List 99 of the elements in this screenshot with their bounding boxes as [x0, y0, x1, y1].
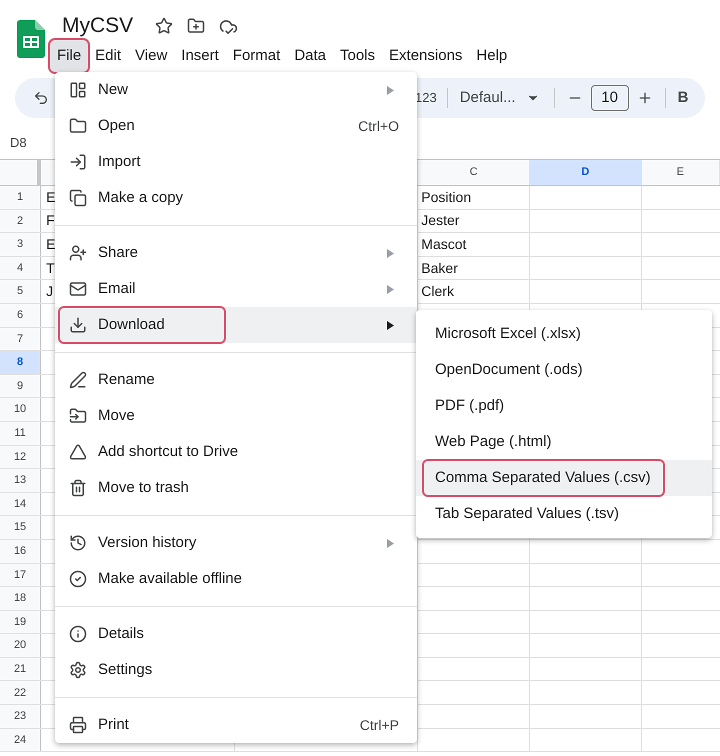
triangle-icon [69, 443, 87, 461]
row-header[interactable]: 13 [0, 469, 42, 492]
menu-item[interactable]: Details [55, 616, 417, 652]
row-header[interactable]: 20 [0, 634, 42, 657]
table-cell-text: T [46, 258, 55, 278]
row-header[interactable]: 7 [0, 328, 42, 350]
submenu-arrow-icon [387, 538, 394, 548]
menu-item[interactable]: Version history [55, 525, 417, 561]
add-person-icon [69, 244, 87, 262]
row-header[interactable]: 17 [0, 564, 42, 586]
table-cell-text: J [46, 282, 54, 302]
row-header[interactable]: 14 [0, 492, 42, 516]
row-header[interactable]: 10 [0, 398, 42, 421]
pen-icon [69, 371, 87, 389]
menu-item[interactable]: Make a copy [55, 180, 417, 216]
submenu-item[interactable]: Web Page (.html) [416, 424, 712, 460]
check-circle-icon [69, 570, 87, 588]
document-title[interactable]: MyCSV [62, 10, 134, 42]
menu-item[interactable]: Open Ctrl+O [55, 108, 417, 144]
new-sheet-icon [69, 81, 87, 99]
import-icon [69, 153, 87, 171]
row-header[interactable]: 11 [0, 422, 42, 445]
history-icon [69, 534, 87, 552]
download-icon [69, 316, 87, 334]
menu-item[interactable]: Download [55, 307, 417, 343]
menu-item[interactable]: Rename [55, 362, 417, 398]
menu-item[interactable]: Make available offline [55, 561, 417, 597]
submenu-arrow-icon [387, 86, 394, 94]
info-icon [69, 625, 87, 643]
table-cell-text: Position [421, 188, 472, 207]
table-cell-text: E [46, 234, 56, 254]
row-header[interactable]: 23 [0, 705, 42, 728]
menu-bar-item[interactable]: Format [226, 40, 288, 72]
copy-icon [69, 189, 87, 207]
name-box[interactable]: D8 [10, 132, 27, 152]
column-header[interactable]: E [642, 160, 720, 185]
menu-bar-item[interactable]: File [50, 40, 88, 72]
font-size-field[interactable]: 10 [590, 85, 629, 111]
menu-item[interactable]: New [55, 72, 417, 108]
row-header[interactable]: 2 [0, 210, 42, 232]
table-cell-text: Baker [421, 258, 458, 278]
submenu-item[interactable]: OpenDocument (.ods) [416, 352, 712, 388]
table-cell-text: Clerk [421, 282, 454, 302]
menu-item[interactable]: Move [55, 398, 417, 434]
submenu-item[interactable]: Tab Separated Values (.tsv) [416, 496, 712, 532]
column-header[interactable]: D [530, 160, 642, 185]
row-header[interactable]: 8 [0, 351, 42, 374]
row-header[interactable]: 12 [0, 446, 42, 468]
mail-icon [69, 280, 87, 298]
table-cell-text: Mascot [421, 234, 466, 254]
folder-move-icon [69, 407, 87, 425]
star-icon[interactable] [155, 17, 174, 35]
menu-item[interactable]: Settings [55, 652, 417, 688]
menu-bar-item[interactable]: Extensions [382, 40, 470, 72]
row-header[interactable]: 4 [0, 256, 42, 280]
submenu-arrow-icon [387, 320, 394, 330]
menu-bar-item[interactable]: Insert [174, 40, 226, 72]
row-header[interactable]: 24 [0, 728, 42, 752]
printer-icon [69, 716, 87, 734]
menu-item[interactable]: Move to trash [55, 470, 417, 506]
submenu-arrow-icon [387, 284, 394, 294]
table-cell-text: F [46, 211, 55, 230]
menu-item[interactable]: Share [55, 235, 417, 271]
menu-item[interactable]: Print Ctrl+P [55, 707, 417, 743]
menu-item[interactable]: Email [55, 271, 417, 307]
font-dropdown[interactable]: Defaul... [458, 86, 542, 110]
settings-icon [69, 661, 87, 679]
trash-icon [69, 479, 87, 497]
menu-bar-item[interactable]: Edit [88, 40, 128, 72]
plus-icon[interactable] [636, 90, 653, 106]
menu-bar-item[interactable]: Help [469, 40, 514, 72]
row-header[interactable]: 9 [0, 374, 42, 398]
row-header[interactable]: 16 [0, 540, 42, 562]
menu-bar-item[interactable]: View [128, 40, 174, 72]
row-header[interactable]: 22 [0, 681, 42, 704]
submenu-item[interactable]: Comma Separated Values (.csv) [416, 460, 712, 496]
row-header[interactable]: 1 [0, 186, 42, 209]
table-cell-text: Jester [421, 211, 460, 230]
row-header[interactable]: 15 [0, 516, 42, 539]
folder-plus-icon[interactable] [187, 17, 206, 35]
sheets-logo-icon [17, 20, 45, 58]
row-header[interactable]: 3 [0, 233, 42, 256]
row-header[interactable]: 18 [0, 587, 42, 610]
table-cell-text: E [46, 188, 56, 207]
number-format-button[interactable]: 123 [415, 88, 437, 108]
row-header[interactable]: 6 [0, 304, 42, 327]
undo-icon[interactable] [33, 90, 49, 106]
row-header[interactable]: 19 [0, 610, 42, 634]
submenu-item[interactable]: PDF (.pdf) [416, 388, 712, 424]
submenu-item[interactable]: Microsoft Excel (.xlsx) [416, 316, 712, 352]
bold-button[interactable]: B [678, 86, 688, 110]
menu-bar-item[interactable]: Data [287, 40, 333, 72]
menu-item[interactable]: Import [55, 144, 417, 180]
menu-item[interactable]: Add shortcut to Drive [55, 434, 417, 470]
folder-icon [69, 117, 87, 135]
row-header[interactable]: 21 [0, 658, 42, 680]
row-header[interactable]: 5 [0, 280, 42, 303]
menu-bar-item[interactable]: Tools [333, 40, 382, 72]
submenu-arrow-icon [387, 248, 394, 258]
